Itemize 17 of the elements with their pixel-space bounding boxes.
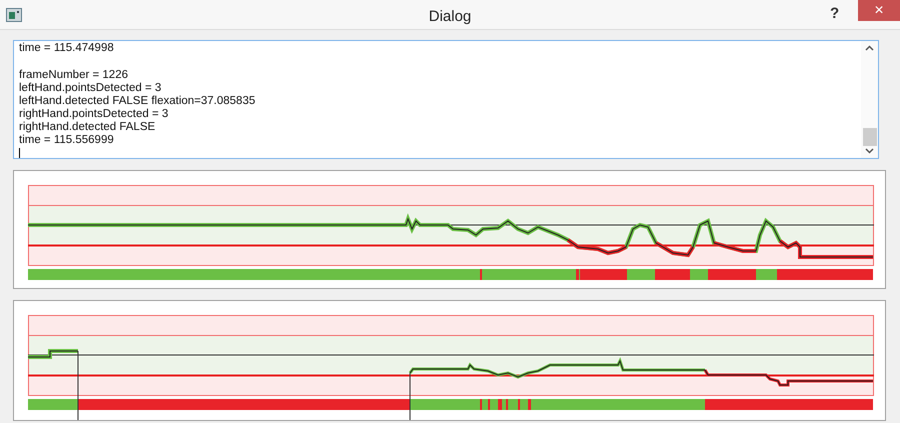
scroll-thumb[interactable] (862, 128, 876, 146)
log-line: frameNumber = 1226 (19, 69, 128, 82)
window-title: Dialog (428, 7, 472, 27)
log-line: rightHand.detected FALSE (19, 121, 156, 134)
text-cursor (19, 148, 20, 158)
app-icon (6, 8, 22, 22)
log-line: rightHand.pointsDetected = 3 (19, 108, 168, 121)
help-button[interactable]: ? (830, 3, 840, 26)
log-line: time = 115.474998 (19, 42, 114, 55)
log-line: time = 115.556999 (19, 134, 114, 147)
scroll-up-icon[interactable] (865, 45, 874, 51)
log-line: leftHand.detected FALSE flexation=37.085835 (19, 95, 256, 108)
scrollbar[interactable] (861, 41, 878, 158)
scroll-down-icon[interactable] (865, 148, 874, 154)
log-line: leftHand.pointsDetected = 3 (19, 82, 162, 95)
close-button[interactable]: × (858, 0, 900, 21)
log-text-area[interactable]: time = 115.474998 frameNumber = 1226 leftHand.pointsDetected = 3 leftHand.detected FALSE flexation=37.085835 rightHand.pointsDetected = 3 rightHand.detected FALSE time = 115.556999 (13, 40, 879, 159)
